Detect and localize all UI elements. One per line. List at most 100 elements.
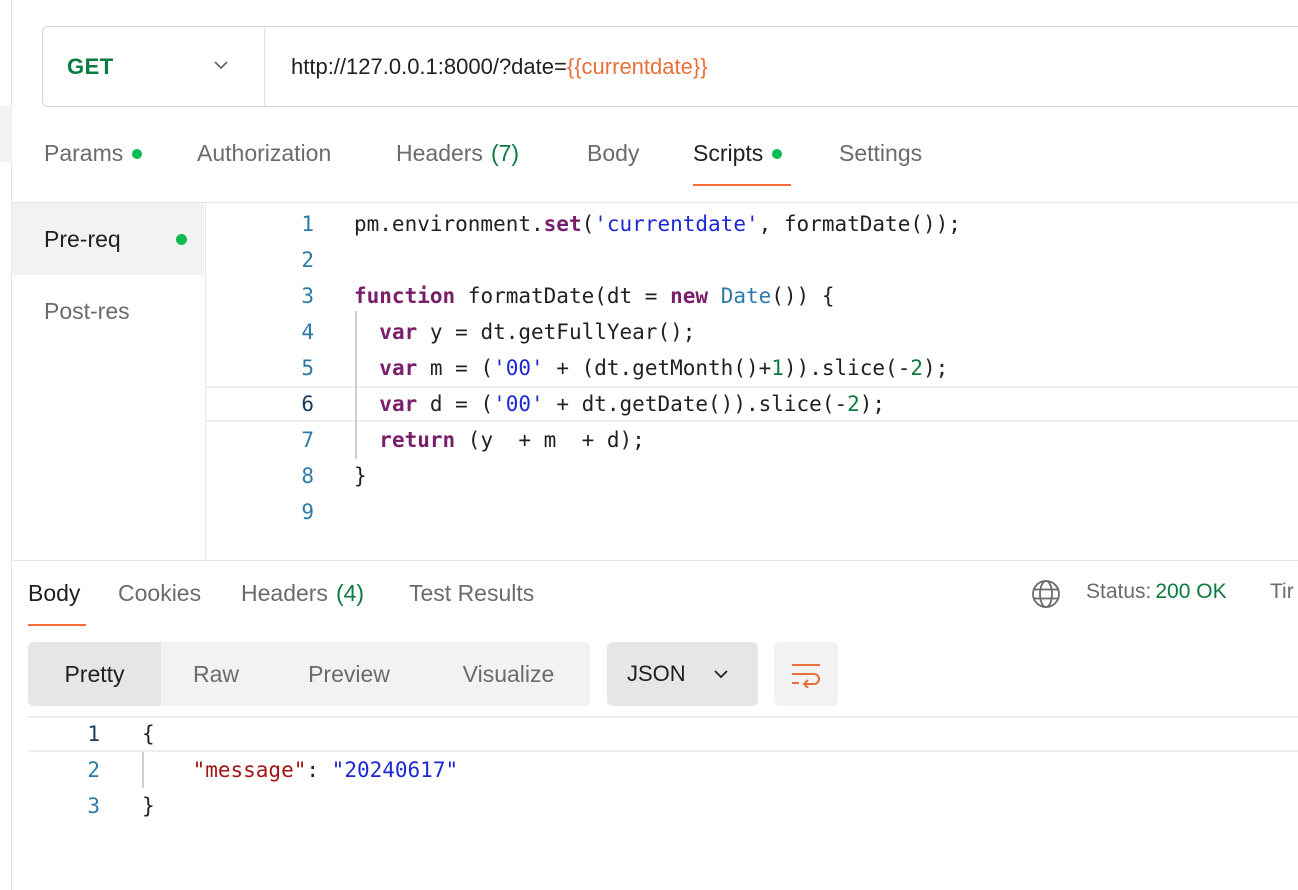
params-status-dot [132,149,143,159]
string-token: '00' [493,356,544,380]
keyword-token: function [354,284,456,308]
url-input[interactable]: http://127.0.0.1:8000/?date={{currentdat… [265,54,708,80]
line-number: 7 [301,428,314,452]
keyword-token: var [379,392,418,416]
code-token: ()) { [771,284,835,308]
tab-label: Params [44,140,124,166]
code-line: 5 var m = ('00' + (dt.getMonth()+1)).sli… [206,350,1298,386]
tab-label: Test Results [409,580,535,606]
line-number: 5 [301,356,314,380]
type-token: Date [720,284,772,308]
line-number: 2 [87,758,100,782]
request-tabs: Params Authorization Headers (7) Body Scr… [44,130,922,186]
status-label: Status: [1086,580,1152,603]
wrap-lines-button[interactable] [774,642,838,706]
tab-settings[interactable]: Settings [839,130,922,186]
headers-count: (4) [335,580,365,606]
response-tab-body[interactable]: Body [28,570,86,626]
tab-label: Headers [396,140,483,166]
tab-authorization[interactable]: Authorization [197,130,396,186]
line-code: return (y + m + d); [354,422,645,458]
wrap-lines-icon [792,664,820,688]
tab-label: Authorization [197,140,332,166]
code-token: (y + m + d); [455,428,645,452]
indent-guide [142,752,144,788]
code-line: 6 var d = ('00' + dt.getDate()).slice(-2… [206,386,1298,422]
code-token: } [142,794,155,818]
format-select[interactable]: JSON [607,642,758,706]
globe-icon[interactable] [1030,578,1062,610]
script-tab-pre-request[interactable]: Pre-req [12,203,204,275]
code-token: pm.environment. [354,212,544,236]
json-key-token: "message" [192,758,307,782]
response-body-viewer[interactable]: 1 {2 "message": "20240617" 3} [28,714,1298,834]
function-token: set [543,212,582,236]
code-line: 3} [28,788,1298,824]
code-line: 2 "message": "20240617" [28,752,1298,788]
code-token: + (dt.getMonth()+ [543,356,772,380]
status-value: 200 OK [1155,580,1227,603]
line-code: function formatDate(dt = new Date()) { [354,278,834,314]
number-token: 1 [771,356,784,380]
view-raw-button[interactable]: Raw [161,642,271,706]
scripts-status-dot [772,149,783,159]
number-token: 2 [910,356,923,380]
code-line: 1 pm.environment.set('currentdate', forma… [206,206,1298,242]
script-side-tabs: Pre-req Post-res [12,202,206,560]
script-tab-label: Post-res [44,297,130,324]
view-pretty-button[interactable]: Pretty [28,642,161,706]
code-line: 2 [206,242,1298,278]
tab-label: Body [587,140,640,166]
view-visualize-button[interactable]: Visualize [427,642,590,706]
line-number: 1 [87,722,100,746]
tab-scripts[interactable]: Scripts [693,130,791,186]
keyword-token: var [379,320,418,344]
response-time-label: Tir [1270,580,1294,603]
tab-label: Scripts [693,140,764,166]
view-preview-button[interactable]: Preview [271,642,427,706]
response-tab-cookies[interactable]: Cookies [118,570,209,626]
code-token: d = ( [417,392,494,416]
line-code: pm.environment.set('currentdate', format… [354,206,961,242]
method-select[interactable]: GET [43,27,265,106]
line-code: var d = ('00' + dt.getDate()).slice(-2); [354,388,885,420]
line-number: 6 [301,392,314,416]
line-number: 1 [301,212,314,236]
tab-params[interactable]: Params [44,130,197,186]
code-token: ); [859,392,886,416]
tab-headers[interactable]: Headers (7) [396,130,587,186]
headers-count: (7) [490,140,520,166]
tab-label: Cookies [118,580,202,606]
script-editor[interactable]: 1 pm.environment.set('currentdate', forma… [206,202,1298,560]
string-token: 'currentdate' [594,212,759,236]
response-tabs: Body Cookies Headers (4) Test Results [28,570,549,626]
pre-request-status-dot [176,234,187,245]
tab-label: Settings [839,140,923,166]
left-sidebar-strip [0,0,12,890]
line-number: 2 [301,248,314,272]
code-token: { [142,722,155,746]
code-token: : [306,758,332,782]
method-label: GET [67,53,114,79]
code-token: , formatDate()); [758,212,961,236]
line-code: "message": "20240617" [142,752,459,788]
code-token: )).slice(- [783,356,911,380]
code-token: ); [923,356,949,380]
code-line: 3 function formatDate(dt = new Date()) { [206,278,1298,314]
code-token: formatDate(dt = [455,284,671,308]
code-line: 4 var y = dt.getFullYear(); [206,314,1298,350]
code-line: 8} [206,458,1298,494]
tab-body[interactable]: Body [587,130,693,186]
url-variable: {{currentdate}} [566,53,708,79]
code-line: 9 [206,494,1298,530]
url-bar: GET http://127.0.0.1:8000/?date={{curren… [42,26,1298,107]
response-tab-test-results[interactable]: Test Results [409,570,549,626]
code-token: y = dt.getFullYear(); [417,320,696,344]
response-tab-headers[interactable]: Headers (4) [241,570,377,626]
line-number: 4 [301,320,314,344]
script-tab-post-response[interactable]: Post-res [12,275,204,347]
